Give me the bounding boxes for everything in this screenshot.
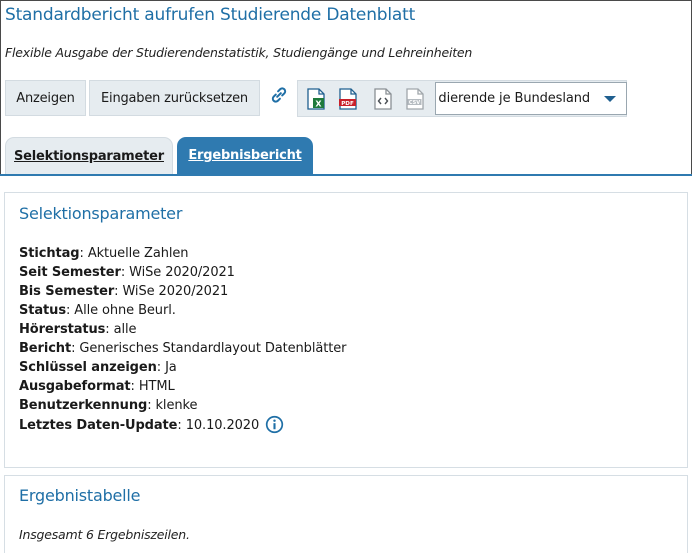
export-toolbar: X PDF CSV dierende je Bundesland — [297, 80, 627, 117]
results-summary: Insgesamt 6 Ergebniszeilen. — [19, 527, 190, 542]
param-row: Seit Semester: WiSe 2020/2021 — [19, 265, 235, 280]
selection-params: Stichtag: Aktuelle Zahlen Seit Semester:… — [19, 244, 346, 434]
csv-icon[interactable]: CSV — [405, 88, 425, 110]
param-row: Bericht: Generisches Standardlayout Date… — [19, 341, 347, 356]
results-panel-title: Ergebnistabelle — [19, 486, 141, 505]
chevron-down-icon[interactable] — [604, 96, 616, 102]
param-row: Bis Semester: WiSe 2020/2021 — [19, 284, 229, 299]
reset-inputs-button[interactable]: Eingaben zurücksetzen — [89, 80, 260, 116]
param-row: Ausgabeformat: HTML — [19, 379, 175, 394]
page-title: Standardbericht aufrufen Studierende Dat… — [5, 5, 416, 25]
info-icon[interactable] — [265, 415, 284, 434]
link-icon[interactable] — [268, 84, 290, 106]
svg-text:X: X — [315, 99, 322, 108]
param-row: Letztes Daten-Update: 10.10.2020 — [19, 415, 346, 434]
xml-code-icon[interactable] — [373, 88, 393, 110]
param-row: Benutzerkennung: klenke — [19, 398, 198, 413]
param-row: Stichtag: Aktuelle Zahlen — [19, 246, 189, 261]
page-subtitle: Flexible Ausgabe der Studierendenstatist… — [5, 45, 473, 60]
selection-panel: Selektionsparameter Stichtag: Aktuelle Z… — [4, 192, 688, 468]
report-select-value: dierende je Bundesland — [438, 91, 590, 106]
param-row: Schlüssel anzeigen: Ja — [19, 360, 177, 375]
param-row: Status: Alle ohne Beurl. — [19, 303, 176, 318]
selection-panel-title: Selektionsparameter — [19, 204, 183, 223]
svg-text:PDF: PDF — [341, 101, 354, 107]
tab-ergebnisbericht[interactable]: Ergebnisbericht — [177, 137, 313, 174]
report-select[interactable]: dierende je Bundesland — [435, 82, 627, 115]
anzeigen-button[interactable]: Anzeigen — [5, 80, 86, 116]
svg-text:CSV: CSV — [409, 100, 420, 106]
excel-icon[interactable]: X — [306, 88, 326, 110]
param-row: Hörerstatus: alle — [19, 322, 137, 337]
tab-selektionsparameter[interactable]: Selektionsparameter — [5, 137, 173, 174]
results-panel: Ergebnistabelle Insgesamt 6 Ergebniszeil… — [4, 475, 688, 553]
pdf-icon[interactable]: PDF — [338, 88, 358, 110]
